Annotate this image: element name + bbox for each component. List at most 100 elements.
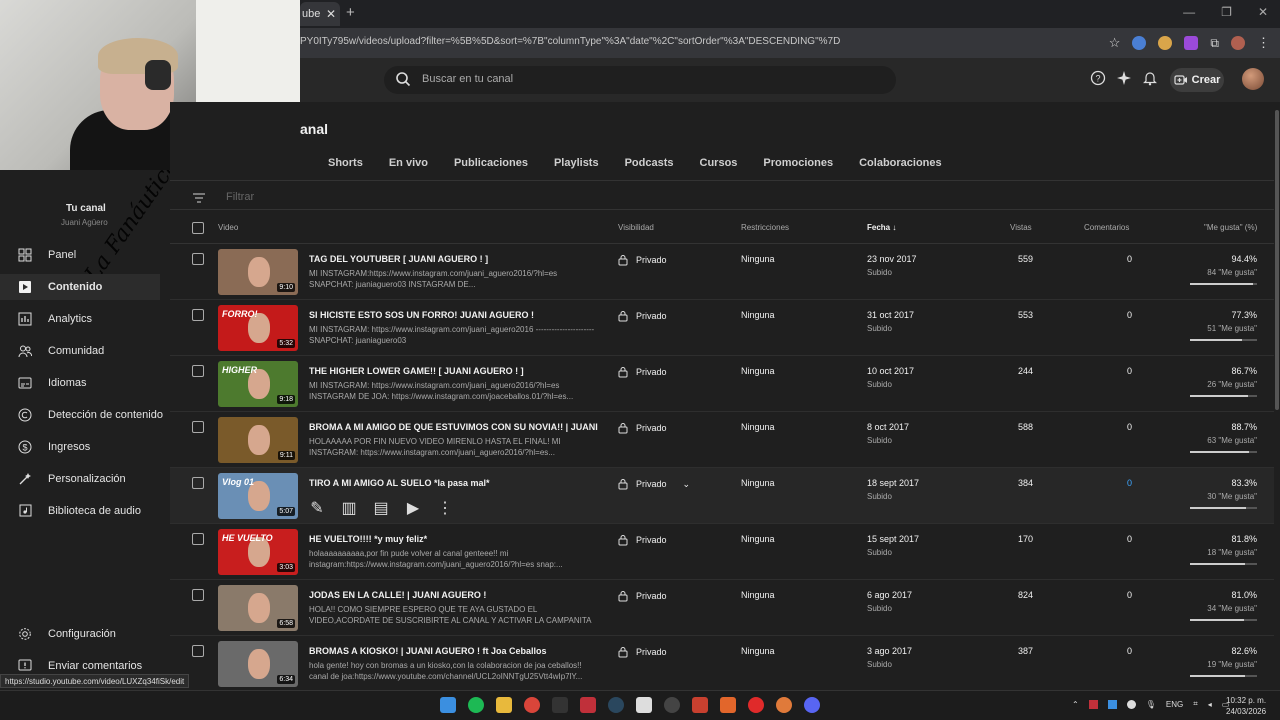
profile-icon[interactable] (1231, 36, 1245, 50)
select-all-checkbox[interactable] (192, 222, 204, 234)
network-icon[interactable]: ⌗ (1193, 699, 1198, 709)
table-row[interactable]: Vlog 01 5:07 TIRO A MI AMIGO AL SUELO *la … (170, 468, 1274, 524)
tray-app-icon[interactable] (1126, 699, 1136, 709)
bookmark-star-icon[interactable]: ☆ (1109, 35, 1121, 51)
chrome-icon[interactable] (524, 697, 540, 713)
filter-icon[interactable] (192, 192, 206, 204)
app-icon[interactable] (580, 697, 596, 713)
tab-cursos[interactable]: Cursos (700, 157, 738, 169)
minimize-icon[interactable]: — (1183, 5, 1195, 19)
sidebar-item-deteccion[interactable]: Detección de contenido (0, 402, 163, 428)
tab-en-vivo[interactable]: En vivo (389, 157, 428, 169)
table-row[interactable]: HIGHER 9:18 THE HIGHER LOWER GAME!! [ JUAN… (170, 356, 1274, 412)
row-checkbox[interactable] (192, 645, 204, 657)
account-avatar[interactable] (1242, 68, 1264, 90)
app-icon[interactable] (720, 697, 736, 713)
video-title[interactable]: SI HICISTE ESTO SOS UN FORRO! JUANI AGUE… (309, 310, 599, 320)
system-clock[interactable]: 10:32 p. m. 24/03/2026 (1226, 695, 1266, 717)
app-icon[interactable] (692, 697, 708, 713)
sidebar-item-personalizacion[interactable]: Personalización (0, 466, 160, 492)
help-icon[interactable]: ? (1090, 70, 1106, 86)
menu-dots-icon[interactable]: ⋮ (1257, 35, 1270, 51)
tab-promociones[interactable]: Promociones (763, 157, 833, 169)
discord-icon[interactable] (804, 697, 820, 713)
tab-shorts[interactable]: Shorts (328, 157, 363, 169)
row-checkbox[interactable] (192, 421, 204, 433)
tab-colaboraciones[interactable]: Colaboraciones (859, 157, 942, 169)
video-thumbnail[interactable]: HIGHER 9:18 (218, 361, 298, 407)
row-checkbox[interactable] (192, 309, 204, 321)
video-thumbnail[interactable]: 9:11 (218, 417, 298, 463)
row-checkbox[interactable] (192, 533, 204, 545)
youtube-play-icon[interactable]: ▶ (405, 500, 421, 517)
new-tab-icon[interactable]: + (346, 4, 355, 21)
extension-icon[interactable] (1158, 36, 1173, 50)
maximize-icon[interactable]: ❐ (1221, 5, 1232, 19)
file-explorer-icon[interactable] (496, 697, 512, 713)
tab-publicaciones[interactable]: Publicaciones (454, 157, 528, 169)
epic-games-icon[interactable] (552, 697, 568, 713)
tray-app-icon[interactable] (1107, 699, 1117, 709)
analytics-icon[interactable]: ▥ (341, 500, 357, 517)
spotify-icon[interactable] (468, 697, 484, 713)
video-title[interactable]: TIRO A MI AMIGO AL SUELO *la pasa mal* (309, 478, 599, 488)
comments-cell[interactable]: 0 (1090, 478, 1132, 488)
microphone-icon[interactable]: 🎙 (1146, 700, 1156, 709)
table-row[interactable]: HE VUELTO 3:03 HE VUELTO!!!! *y muy feliz*… (170, 524, 1274, 580)
chevron-down-icon[interactable]: ⌄ (683, 479, 691, 490)
video-title[interactable]: TAG DEL YOUTUBER [ JUANI AGUERO ! ] (309, 254, 599, 264)
table-row[interactable]: 9:10 TAG DEL YOUTUBER [ JUANI AGUERO ! ] M… (170, 244, 1274, 300)
create-button[interactable]: Crear (1170, 68, 1224, 92)
table-row[interactable]: 6:58 JODAS EN LA CALLE! | JUANI AGUERO ! H… (170, 580, 1274, 636)
settings-item[interactable]: Configuración (0, 621, 160, 647)
table-row[interactable]: 9:11 BROMA A MI AMIGO DE QUE ESTUVIMOS CO… (170, 412, 1274, 468)
table-row[interactable]: FORRO! 5:32 SI HICISTE ESTO SOS UN FORRO! … (170, 300, 1274, 356)
video-title[interactable]: BROMA A MI AMIGO DE QUE ESTUVIMOS CON SU… (309, 422, 599, 432)
video-thumbnail[interactable]: 6:58 (218, 585, 298, 631)
url-field[interactable]: PY0ITy795w/videos/upload?filter=%5B%5D&s… (300, 36, 840, 47)
windows-start-icon[interactable] (440, 697, 456, 713)
more-options-icon[interactable]: ⋮ (437, 500, 453, 517)
close-window-icon[interactable]: ✕ (1258, 5, 1268, 19)
video-title[interactable]: BROMAS A KIOSKO! | JUANI AGUERO ! ft Joa… (309, 646, 599, 656)
row-checkbox[interactable] (192, 477, 204, 489)
video-thumbnail[interactable]: FORRO! 5:32 (218, 305, 298, 351)
sidebar-item-analytics[interactable]: Analytics (0, 306, 160, 332)
sparkle-icon[interactable] (1116, 70, 1132, 86)
sidebar-item-comunidad[interactable]: Comunidad (0, 338, 160, 364)
extension-icon[interactable] (1184, 36, 1199, 50)
video-thumbnail[interactable]: 6:34 (218, 641, 298, 687)
video-title[interactable]: HE VUELTO!!!! *y muy feliz* (309, 534, 599, 544)
tray-app-icon[interactable] (1088, 699, 1098, 709)
sidebar-item-ingresos[interactable]: $ Ingresos (0, 434, 160, 460)
scrollbar-thumb[interactable] (1275, 110, 1279, 410)
puzzle-icon[interactable]: ⧉ (1210, 36, 1219, 51)
video-thumbnail[interactable]: 9:10 (218, 249, 298, 295)
filter-input[interactable]: Filtrar (226, 191, 254, 203)
app-icon[interactable] (636, 697, 652, 713)
tab-playlists[interactable]: Playlists (554, 157, 599, 169)
extension-icon[interactable] (1132, 36, 1147, 50)
sidebar-item-biblioteca[interactable]: Biblioteca de audio (0, 498, 160, 524)
column-header-date[interactable]: Fecha ↓ (867, 223, 896, 232)
app-icon[interactable] (776, 697, 792, 713)
steam-icon[interactable] (608, 697, 624, 713)
visibility-cell[interactable]: Privado ⌄ (618, 478, 690, 490)
video-thumbnail[interactable]: HE VUELTO 3:03 (218, 529, 298, 575)
edit-pencil-icon[interactable]: ✎ (309, 500, 325, 517)
row-checkbox[interactable] (192, 589, 204, 601)
row-checkbox[interactable] (192, 365, 204, 377)
search-bar[interactable]: Buscar en tu canal (384, 66, 896, 94)
scrollbar[interactable] (1274, 102, 1280, 690)
sidebar-item-idiomas[interactable]: Idiomas (0, 370, 160, 396)
sidebar-item-contenido[interactable]: Contenido (0, 274, 160, 300)
video-title[interactable]: JODAS EN LA CALLE! | JUANI AGUERO ! (309, 590, 599, 600)
youtube-music-icon[interactable] (748, 697, 764, 713)
close-tab-icon[interactable]: ✕ (326, 2, 336, 26)
obs-icon[interactable] (664, 697, 680, 713)
chevron-up-icon[interactable]: ⌃ (1072, 700, 1079, 709)
comments-icon[interactable]: ▤ (373, 500, 389, 517)
tab-podcasts[interactable]: Podcasts (625, 157, 674, 169)
browser-tab[interactable]: ube ✕ (300, 2, 340, 26)
table-row[interactable]: 6:34 BROMAS A KIOSKO! | JUANI AGUERO ! ft… (170, 636, 1274, 692)
